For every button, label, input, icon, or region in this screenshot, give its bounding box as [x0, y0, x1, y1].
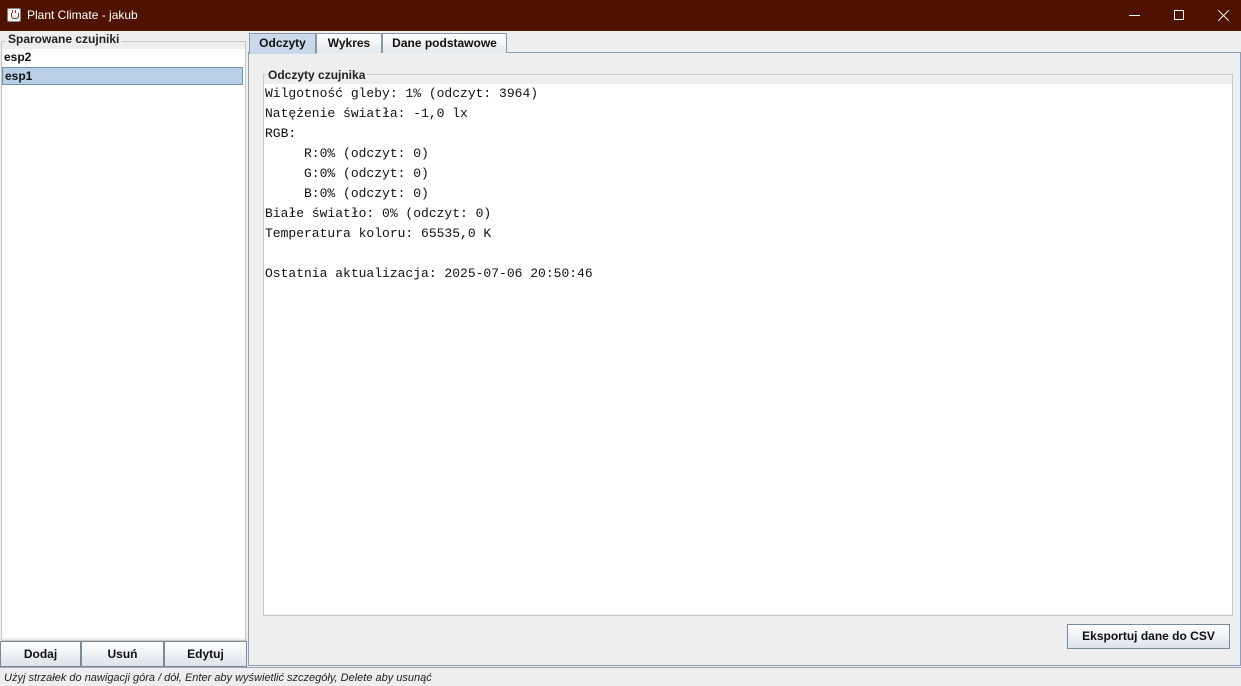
status-bar: Użyj strzałek do nawigacji góra / dół, E… [0, 667, 1241, 686]
title-bar[interactable]: Plant Climate - jakub [0, 0, 1241, 31]
minimize-icon [1129, 15, 1140, 16]
reading-soil-moisture: Wilgotność gleby: 1% (odczyt: 3964) [265, 86, 539, 101]
reading-green: G:0% (odczyt: 0) [265, 166, 429, 181]
sensors-group-title: Sparowane czujniki [6, 32, 122, 46]
edit-button[interactable]: Edytuj [164, 641, 247, 667]
tab-chart[interactable]: Wykres [316, 33, 382, 53]
close-button[interactable] [1201, 0, 1241, 31]
reading-white-light: Białe światło: 0% (odczyt: 0) [265, 206, 492, 221]
add-button[interactable]: Dodaj [0, 641, 81, 667]
minimize-button[interactable] [1111, 0, 1157, 31]
remove-button[interactable]: Usuń [81, 641, 164, 667]
readings-text-area[interactable]: Wilgotność gleby: 1% (odczyt: 3964) Natę… [264, 84, 1232, 614]
reading-light-intensity: Natężenie światła: -1,0 lx [265, 106, 468, 121]
sensor-list[interactable]: esp2 esp1 [2, 49, 245, 638]
tab-basic-data[interactable]: Dane podstawowe [382, 33, 507, 53]
status-text: Użyj strzałek do nawigacji góra / dół, E… [4, 672, 432, 684]
reading-rgb-header: RGB: [265, 126, 297, 141]
reading-color-temperature: Temperatura koloru: 65535,0 K [265, 226, 492, 241]
tab-bar: Odczyty Wykres Dane podstawowe [249, 33, 1241, 54]
reading-last-update: Ostatnia aktualizacja: 2025-07-06 20:50:… [265, 266, 593, 281]
sensor-item-esp2[interactable]: esp2 [2, 49, 243, 67]
reading-red: R:0% (odczyt: 0) [265, 146, 429, 161]
reading-blue: B:0% (odczyt: 0) [265, 186, 429, 201]
close-icon [1218, 9, 1230, 21]
maximize-button[interactable] [1156, 0, 1202, 31]
sensor-buttons: Dodaj Usuń Edytuj [0, 641, 248, 667]
maximize-icon [1174, 10, 1184, 20]
window-title: Plant Climate - jakub [27, 8, 138, 22]
java-cup-icon [7, 8, 21, 22]
sensor-item-esp1[interactable]: esp1 [2, 67, 243, 85]
tab-readings[interactable]: Odczyty [249, 33, 316, 54]
export-csv-button[interactable]: Eksportuj dane do CSV [1067, 624, 1230, 649]
readings-group-title: Odczyty czujnika [266, 68, 368, 82]
